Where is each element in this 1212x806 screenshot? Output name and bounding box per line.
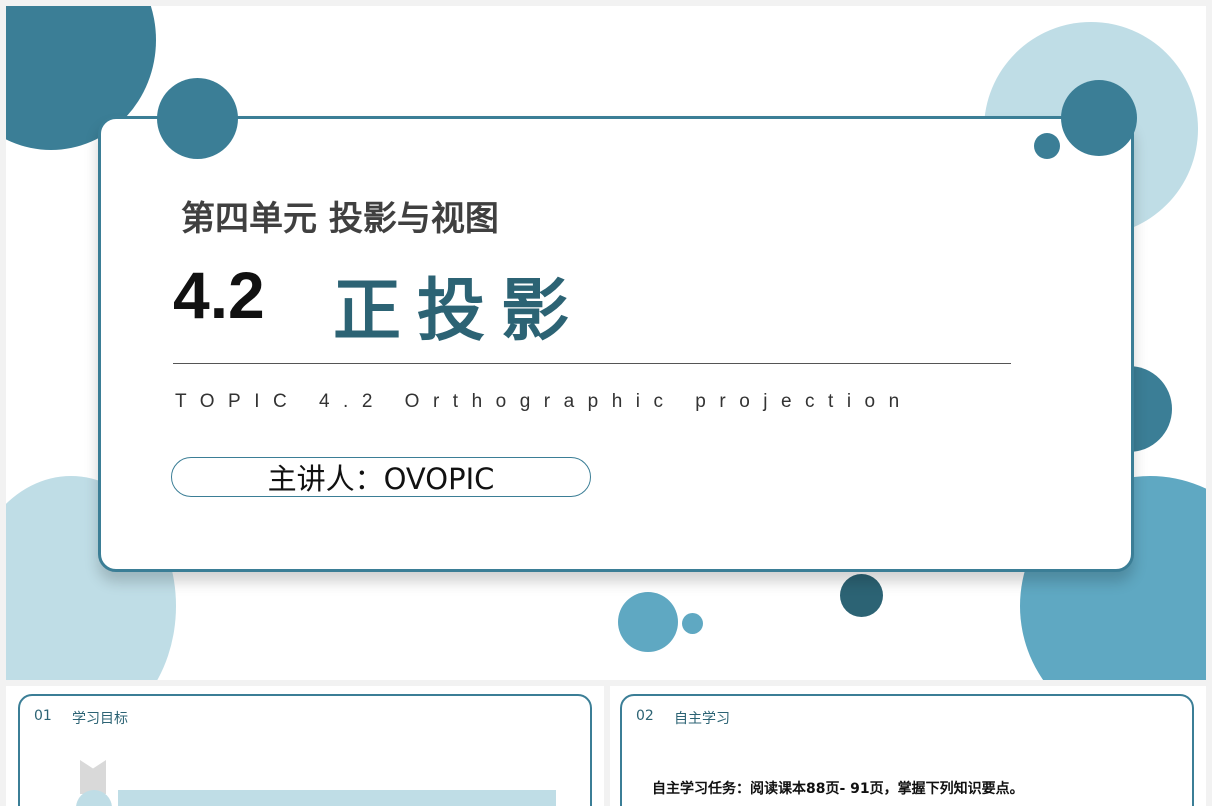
section-number: 01 bbox=[34, 708, 52, 724]
decor-circle-bottom-mid bbox=[618, 592, 678, 652]
decor-circle-bottom-dark bbox=[840, 574, 883, 617]
decor-circle-card-top-left bbox=[157, 78, 238, 159]
title-card: 第四单元 投影与视图 4.2 正投影 TOPIC 4.2 Orthographi… bbox=[98, 116, 1134, 572]
task-text: 自主学习任务：阅读课本88页- 91页，掌握下列知识要点。 bbox=[652, 781, 1024, 797]
section-title: 学习目标 bbox=[72, 711, 128, 727]
decor-circle-card-top-right-small bbox=[1034, 133, 1060, 159]
unit-title: 第四单元 投影与视图 bbox=[181, 199, 499, 239]
thumb-frame: 02 自主学习 自主学习任务：阅读课本88页- 91页，掌握下列知识要点。 bbox=[620, 694, 1194, 806]
lesson-number: 4.2 bbox=[173, 258, 265, 332]
title-slide[interactable]: 第四单元 投影与视图 4.2 正投影 TOPIC 4.2 Orthographi… bbox=[6, 6, 1206, 680]
thumb-frame: 01 学习目标 bbox=[18, 694, 592, 806]
banner-bar bbox=[118, 790, 556, 806]
banner-shape bbox=[80, 760, 106, 794]
section-number: 02 bbox=[636, 708, 654, 724]
section-title: 自主学习 bbox=[674, 711, 730, 727]
title-divider bbox=[173, 363, 1011, 364]
slide-thumbnail-2[interactable]: 02 自主学习 自主学习任务：阅读课本88页- 91页，掌握下列知识要点。 bbox=[610, 686, 1206, 806]
topic-subtitle: TOPIC 4.2 Orthographic projection bbox=[175, 391, 913, 412]
lesson-name: 正投影 bbox=[333, 272, 586, 351]
presenter-label: 主讲人：OVOPIC bbox=[267, 462, 495, 496]
presenter-pill: 主讲人：OVOPIC bbox=[171, 457, 591, 497]
slide-thumbnail-1[interactable]: 01 学习目标 bbox=[6, 686, 604, 806]
decor-circle-bottom-small bbox=[682, 613, 703, 634]
decor-circle-card-top-right bbox=[1061, 80, 1137, 156]
